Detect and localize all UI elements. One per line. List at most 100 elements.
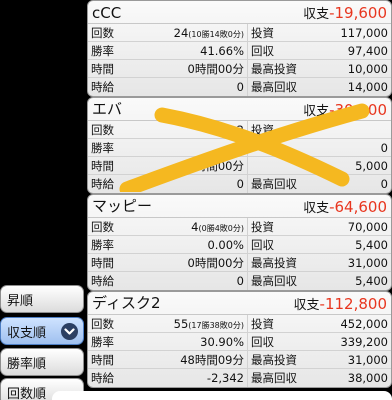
stat-value: 452,000 — [340, 316, 388, 331]
chevron-down-icon — [61, 323, 78, 340]
sort-by-winrate-button[interactable]: 勝率順 — [0, 348, 84, 376]
balance-label: 収支 — [303, 201, 330, 216]
card-header: ディスク2 収支-112,800 — [88, 292, 391, 315]
stat-row: 回数 24(10勝14敗0分) 投資 117,000 — [88, 24, 391, 42]
stat-label: 勝率 — [91, 334, 114, 349]
stat-label: 最高回収 — [251, 80, 297, 94]
stat-value: 55 — [173, 316, 189, 331]
machine-card-eva[interactable]: エバ 収支-30,000 回数 2 投資 勝率 0 時間 0時間00分 5,000 … — [87, 97, 392, 194]
stat-row: 時間 0時間00分 5,000 — [88, 157, 391, 175]
stat-row: 時間 0時間00分 最高投資 10,000 — [88, 60, 391, 78]
stat-value: 10,000 — [347, 61, 388, 76]
card-header: エバ 収支-30,000 — [88, 98, 391, 121]
stat-value: 31,000 — [347, 352, 388, 367]
stat-row: 時給 -2,342 最高回収 38,000 — [88, 369, 391, 387]
stat-value: 5,400 — [355, 237, 388, 252]
stat-label: 投資 — [251, 25, 274, 40]
stat-row: 時給 0 最高回収 14,000 — [88, 78, 391, 96]
balance-label: 収支 — [293, 298, 320, 313]
stat-row: 勝率 0.00% 回収 5,400 — [88, 236, 391, 254]
stat-label: 回数 — [91, 25, 114, 40]
machine-card-ccc[interactable]: cCC 収支-19,600 回数 24(10勝14敗0分) 投資 117,000 勝… — [87, 0, 392, 97]
stat-value: 70,000 — [347, 219, 388, 234]
stat-label: 勝率 — [91, 237, 114, 252]
stat-value: 14,000 — [347, 80, 388, 94]
stat-label: 最高回収 — [251, 177, 297, 191]
stat-label: 最高投資 — [251, 352, 297, 367]
stat-label: 時間 — [91, 158, 114, 173]
stat-row: 回数 2 投資 — [88, 121, 391, 139]
balance: 収支-64,600 — [303, 197, 387, 216]
stat-value: 5,000 — [355, 158, 388, 173]
stat-value: 38,000 — [347, 371, 388, 385]
stat-row: 勝率 0 — [88, 139, 391, 157]
stat-label: 最高回収 — [251, 274, 297, 288]
card-title: エバ — [92, 100, 123, 118]
machine-card-disc2[interactable]: ディスク2 収支-112,800 回数 55(17勝38敗0分) 投資 452,00… — [87, 291, 392, 388]
sort-ascending-button[interactable]: 昇順 — [0, 285, 84, 313]
stat-label: 時間 — [91, 61, 114, 76]
bottom-panel — [52, 391, 392, 400]
balance-value: -30,000 — [329, 101, 387, 119]
stat-label: 投資 — [251, 219, 274, 234]
balance-label: 収支 — [303, 104, 330, 119]
sort-button-label: 回数順 — [7, 386, 47, 400]
stat-label: 回収 — [251, 334, 274, 349]
sort-button-label: 昇順 — [7, 293, 34, 309]
stat-value: 0 — [236, 80, 244, 94]
stat-row: 勝率 30.90% 回収 339,200 — [88, 333, 391, 351]
stat-row: 時間 48時間09分 最高投資 31,000 — [88, 351, 391, 369]
stat-row: 時給 0 最高回収 5,400 — [88, 272, 391, 290]
card-title: cCC — [92, 4, 122, 22]
stat-row: 時給 0 最高回収 0 — [88, 175, 391, 193]
stat-label: 時間 — [91, 255, 114, 270]
balance-value: -64,600 — [329, 198, 387, 216]
stat-value: 97,400 — [347, 43, 388, 58]
stat-value: 0時間00分 — [187, 61, 244, 76]
balance: 収支-19,600 — [303, 3, 387, 22]
stat-label: 回収 — [251, 237, 274, 252]
stat-value: 2 — [236, 122, 244, 137]
sort-by-balance-button[interactable]: 収支順 — [0, 317, 84, 345]
stat-label: 最高投資 — [251, 255, 297, 270]
stat-label: 時給 — [91, 80, 114, 94]
card-header: cCC 収支-19,600 — [88, 1, 391, 24]
stat-value: 5,400 — [355, 274, 388, 288]
stat-value: 339,200 — [340, 334, 388, 349]
stat-value: 0時間00分 — [187, 255, 244, 270]
stat-label: 最高投資 — [251, 61, 297, 76]
stat-value: 24 — [173, 25, 189, 40]
stat-value: 30.90% — [200, 334, 244, 349]
win-loss-note: (10勝14敗0分) — [188, 29, 244, 39]
stat-label: 回数 — [91, 316, 114, 331]
stat-label: 回数 — [91, 122, 114, 137]
stat-value: 31,000 — [347, 255, 388, 270]
stat-label: 時給 — [91, 371, 114, 385]
balance-value: -19,600 — [329, 4, 387, 22]
card-header: マッピー 収支-64,600 — [88, 195, 391, 218]
balance: 収支-30,000 — [303, 100, 387, 119]
sort-button-label: 収支順 — [7, 325, 47, 341]
stat-value: 48時間09分 — [180, 352, 244, 367]
stat-label: 回数 — [91, 219, 114, 234]
card-title: ディスク2 — [92, 294, 161, 312]
stat-value: 0 — [236, 274, 244, 288]
stat-label: 勝率 — [91, 140, 114, 155]
stat-label: 最高回収 — [251, 371, 297, 385]
stat-row: 回数 55(17勝38敗0分) 投資 452,000 — [88, 315, 391, 333]
stat-value: 0 — [236, 177, 244, 191]
stat-label: 時給 — [91, 274, 114, 288]
stat-value: 0 — [380, 140, 388, 155]
win-loss-note: (0勝4敗0分) — [198, 223, 244, 233]
stat-value: 0.00% — [207, 237, 244, 252]
balance: 収支-112,800 — [294, 294, 387, 313]
balance-label: 収支 — [303, 7, 330, 22]
machine-card-mappy[interactable]: マッピー 収支-64,600 回数 4(0勝4敗0分) 投資 70,000 勝率 0.… — [87, 194, 392, 291]
stat-row: 回数 4(0勝4敗0分) 投資 70,000 — [88, 218, 391, 236]
stat-label: 回収 — [251, 43, 274, 58]
stat-row: 勝率 41.66% 回収 97,400 — [88, 42, 391, 60]
stat-label: 時間 — [91, 352, 114, 367]
sort-button-label: 勝率順 — [7, 356, 47, 372]
balance-value: -112,800 — [319, 295, 387, 313]
stat-label: 投資 — [251, 316, 274, 331]
